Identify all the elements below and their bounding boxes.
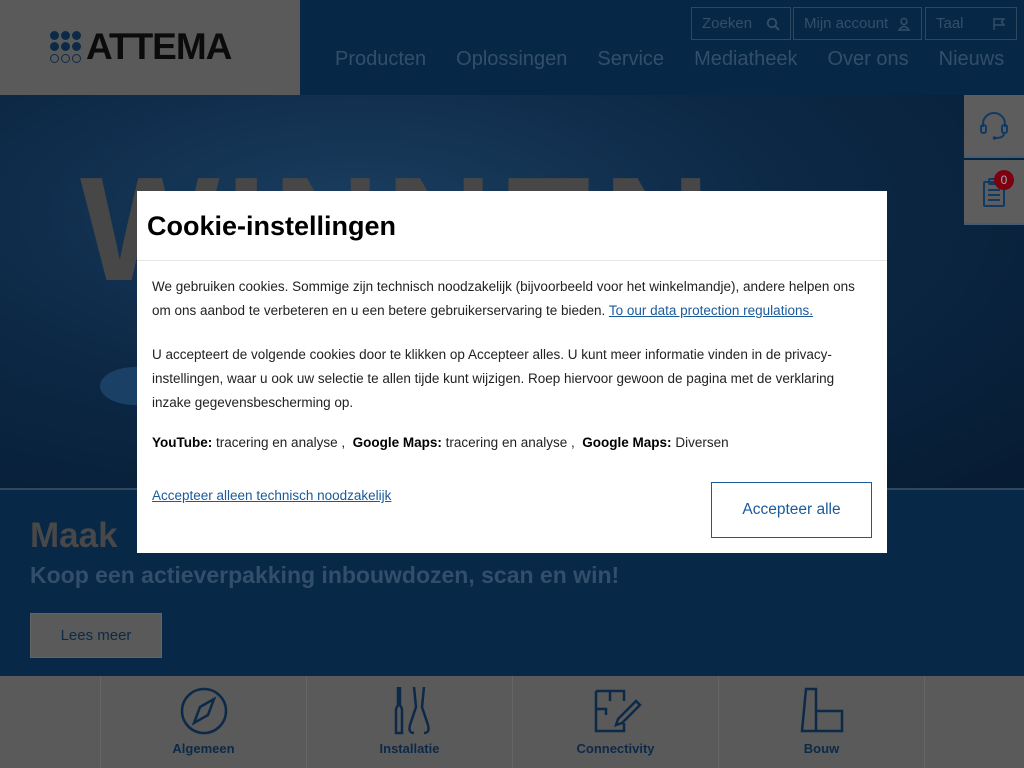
- accept-all-button[interactable]: Accepteer alle: [711, 482, 872, 538]
- cookie-categories: YouTube: tracering en analyse , Google M…: [152, 431, 874, 455]
- cookie-purpose: Diversen: [675, 435, 729, 450]
- cookie-separator: ,: [341, 435, 346, 450]
- cookie-purpose: tracering en analyse: [445, 435, 568, 450]
- cookie-provider: YouTube:: [152, 435, 213, 450]
- cookie-dialog: Cookie-instellingen We gebruiken cookies…: [137, 191, 887, 553]
- cookie-consent-text: U accepteert de volgende cookies door te…: [152, 347, 835, 410]
- dialog-title: Cookie-instellingen: [147, 211, 397, 241]
- cookie-provider: Google Maps:: [352, 435, 442, 450]
- cookie-purpose: tracering en analyse: [216, 435, 338, 450]
- cookie-provider: Google Maps:: [582, 435, 672, 450]
- cookie-intro: We gebruiken cookies. Sommige zijn techn…: [152, 275, 874, 323]
- dialog-divider: [137, 260, 887, 261]
- accept-necessary-link[interactable]: Accepteer alleen technisch noodzakelijk: [152, 488, 391, 503]
- privacy-link[interactable]: To our data protection regulations.: [609, 303, 813, 318]
- dialog-body: We gebruiken cookies. Sommige zijn techn…: [152, 275, 874, 455]
- cookie-separator: ,: [571, 435, 575, 450]
